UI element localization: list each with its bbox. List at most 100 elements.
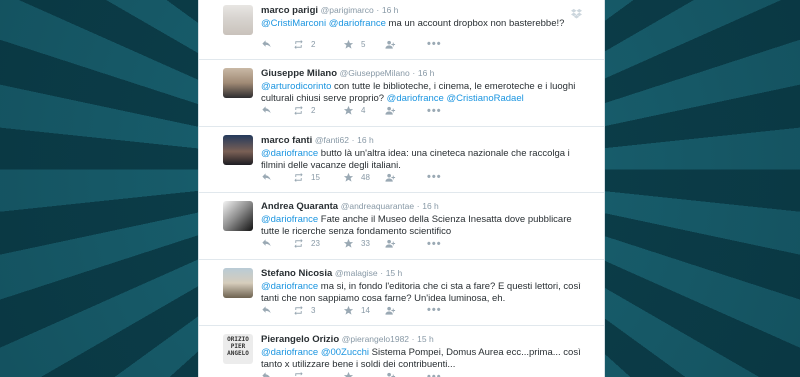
timestamp[interactable]: 16 h: [357, 135, 374, 145]
tweet-2[interactable]: Giuseppe Milano @GiuseppeMilano · 16 h @…: [199, 60, 604, 127]
favorite-button[interactable]: 14: [343, 305, 385, 316]
retweet-button[interactable]: 2: [293, 105, 343, 116]
mention-link[interactable]: @CristiMarconi: [261, 18, 326, 29]
retweet-button[interactable]: 15: [293, 172, 343, 183]
user-name[interactable]: Pierangelo Orizio: [261, 334, 339, 345]
reply-button[interactable]: [261, 172, 293, 183]
reply-button[interactable]: [261, 105, 293, 116]
tweet-5[interactable]: Stefano Nicosia @malagise · 15 h @dariof…: [199, 260, 604, 326]
retweet-count: 3: [311, 305, 316, 315]
follow-button[interactable]: [385, 305, 427, 316]
favorite-button[interactable]: 48: [343, 172, 385, 183]
tweet-1[interactable]: marco parigi @parigimarco · 16 h @Cristi…: [199, 0, 604, 60]
retweet-count: 23: [311, 239, 320, 248]
reply-icon: [262, 239, 271, 247]
favorite-count: 33: [361, 239, 370, 248]
user-handle[interactable]: @andreaquarantae: [341, 201, 414, 211]
mention-link[interactable]: @00Zucchi: [321, 347, 369, 358]
user-handle[interactable]: @pierangelo1982: [342, 334, 409, 344]
favorite-count: 4: [361, 106, 366, 115]
avatar-glasses-man[interactable]: [223, 5, 253, 35]
tweet-timeline[interactable]: marco parigi @parigimarco · 16 h @Cristi…: [198, 0, 605, 377]
follow-button[interactable]: [385, 371, 427, 377]
follow-icon: [385, 239, 396, 248]
avatar-man-suit[interactable]: [223, 68, 253, 98]
reply-button[interactable]: [261, 305, 293, 316]
star-icon: [343, 39, 354, 49]
retweet-button[interactable]: 23: [293, 238, 343, 249]
user-name[interactable]: Stefano Nicosia: [261, 268, 332, 279]
reply-icon: [262, 106, 271, 114]
favorite-button[interactable]: [343, 371, 385, 377]
reply-button[interactable]: [261, 238, 293, 249]
follow-icon: [385, 40, 396, 49]
retweet-count: 2: [311, 106, 316, 115]
reply-icon: [262, 372, 270, 377]
reply-button[interactable]: [261, 371, 293, 377]
separator-dot: ·: [416, 201, 420, 211]
timestamp[interactable]: 15 h: [386, 268, 403, 278]
retweet-count: 15: [311, 172, 320, 182]
avatar-bw-portrait[interactable]: [223, 201, 253, 231]
tweet-text: @arturodicorinto con tutte le bibliotech…: [261, 81, 592, 105]
favorite-button[interactable]: 4: [343, 105, 385, 116]
user-name[interactable]: marco parigi: [261, 5, 318, 16]
user-handle[interactable]: @parigimarco: [321, 5, 374, 15]
timestamp[interactable]: 15 h: [417, 334, 434, 344]
follow-button[interactable]: [385, 238, 427, 249]
more-button[interactable]: •••: [427, 171, 442, 183]
avatar-text-logo[interactable]: ORIZIO PIER ANGELO: [223, 334, 253, 364]
tweet-3[interactable]: marco fanti @fanti62 · 16 h @dariofrance…: [199, 127, 604, 193]
mention-link[interactable]: @dariofrance: [261, 347, 318, 358]
mention-link[interactable]: @CristianoRadael: [446, 93, 523, 104]
more-button[interactable]: •••: [427, 371, 442, 377]
avatar-outdoor[interactable]: [223, 267, 253, 298]
more-button[interactable]: •••: [427, 238, 442, 250]
favorite-button[interactable]: 33: [343, 238, 385, 249]
star-icon: [343, 371, 354, 377]
avatar-man-stage[interactable]: [223, 134, 253, 165]
retweet-button[interactable]: [293, 371, 343, 377]
retweet-button[interactable]: 2: [293, 39, 343, 50]
mention-link[interactable]: @dariofrance: [261, 148, 318, 159]
mention-link[interactable]: @dariofrance: [329, 18, 386, 29]
star-icon: [343, 172, 354, 182]
tweet-6[interactable]: ORIZIO PIER ANGELO Pierangelo Orizio @pier…: [199, 326, 604, 377]
favorite-count: 14: [361, 305, 370, 315]
mention-link[interactable]: @arturodicorinto: [261, 81, 331, 92]
favorite-button[interactable]: 5: [343, 39, 385, 50]
tweet-text: @dariofrance Fate anche il Museo della S…: [261, 214, 592, 238]
more-button[interactable]: •••: [427, 38, 442, 50]
star-icon: [343, 305, 354, 315]
tweet-actions: 23 33 •••: [261, 238, 442, 250]
separator-dot: ·: [412, 68, 416, 78]
user-name[interactable]: Andrea Quaranta: [261, 201, 338, 212]
mention-link[interactable]: @dariofrance: [387, 93, 444, 104]
mention-link[interactable]: @dariofrance: [261, 281, 318, 292]
follow-button[interactable]: [385, 105, 427, 116]
user-name[interactable]: Giuseppe Milano: [261, 68, 337, 79]
tweet-text: @dariofrance butto là un'altra idea: una…: [261, 148, 592, 172]
tweet-actions: •••: [261, 371, 442, 377]
more-button[interactable]: •••: [427, 304, 442, 316]
tweet-4[interactable]: Andrea Quaranta @andreaquarantae · 16 h …: [199, 193, 604, 260]
follow-button[interactable]: [385, 172, 427, 183]
user-name[interactable]: marco fanti: [261, 135, 312, 146]
more-button[interactable]: •••: [427, 105, 442, 117]
tweet-actions: 2 4 •••: [261, 105, 442, 117]
mention-link[interactable]: @dariofrance: [261, 214, 318, 225]
user-handle[interactable]: @malagise: [335, 268, 378, 278]
follow-button[interactable]: [385, 39, 427, 50]
favorite-count: 48: [361, 172, 370, 182]
timestamp[interactable]: 16 h: [418, 68, 435, 78]
dropbox-icon[interactable]: [571, 8, 582, 19]
retweet-button[interactable]: 3: [293, 305, 343, 316]
reply-icon: [262, 172, 271, 180]
separator-dot: ·: [380, 267, 384, 278]
timestamp[interactable]: 16 h: [422, 201, 439, 211]
user-handle[interactable]: @fanti62: [315, 135, 349, 145]
timestamp[interactable]: 16 h: [382, 5, 399, 15]
user-handle[interactable]: @GiuseppeMilano: [340, 68, 410, 78]
tweet-text: @dariofrance @00Zucchi Sistema Pompei, D…: [261, 347, 592, 371]
reply-button[interactable]: [261, 39, 293, 50]
